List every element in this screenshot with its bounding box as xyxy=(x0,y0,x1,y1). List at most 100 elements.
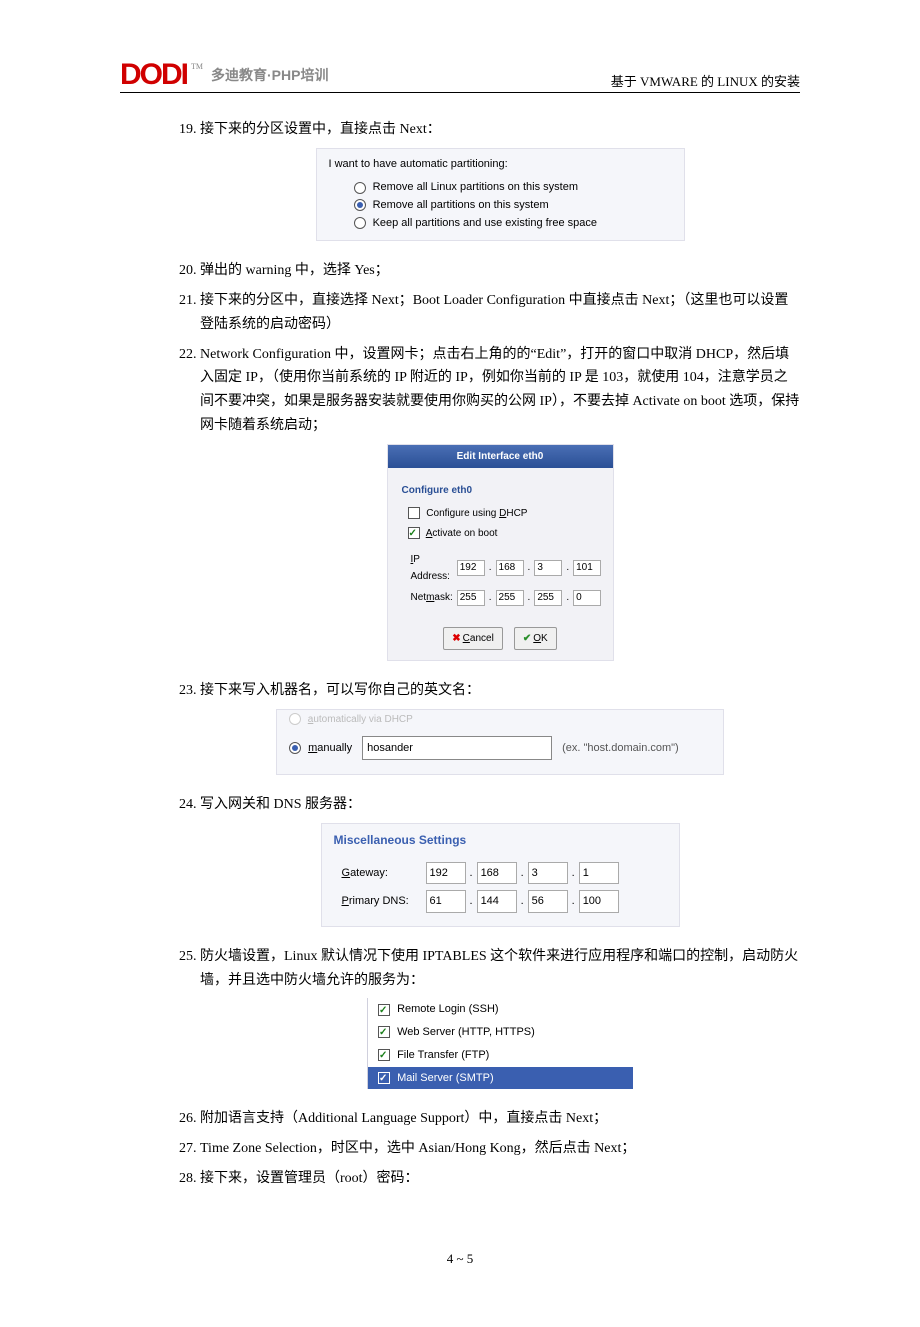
dns-oct2: 144 xyxy=(477,890,517,913)
cancel-icon: ✖ xyxy=(452,633,460,644)
service-ssh-label: Remote Login (SSH) xyxy=(397,1003,499,1015)
screenshot-edit-interface: Edit Interface eth0 Configure eth0 Confi… xyxy=(387,444,614,661)
step-26-text: 附加语言支持（Additional Language Support）中，直接点… xyxy=(200,1111,607,1126)
dns-label: Primary DNS: xyxy=(336,889,423,914)
ip-oct2: 168 xyxy=(496,560,524,576)
logo-tagline: 多迪教育·PHP培训 xyxy=(211,65,328,85)
partition-opt1: Remove all Linux partitions on this syst… xyxy=(354,179,684,197)
ip-oct1: 192 xyxy=(457,560,485,576)
ip-table: IP Address: 192 . 168 . 3 . 101 Netmask:… xyxy=(408,548,605,609)
step-24-text: 写入网关和 DNS 服务器： xyxy=(200,797,361,812)
nm-oct3: 255 xyxy=(534,590,562,606)
checkbox-icon xyxy=(408,507,420,519)
gw-oct2: 168 xyxy=(477,862,517,885)
checkbox-checked-icon xyxy=(378,1049,390,1061)
step-22-text: Network Configuration 中，设置网卡；点击右上角的的“Edi… xyxy=(200,347,799,433)
dns-oct4: 100 xyxy=(579,890,619,913)
step-28-text: 接下来，设置管理员（root）密码： xyxy=(200,1171,419,1186)
cancel-button: ✖Cancel xyxy=(443,627,503,650)
partition-opt3: Keep all partitions and use existing fre… xyxy=(354,215,684,233)
service-http-label: Web Server (HTTP, HTTPS) xyxy=(397,1026,535,1038)
service-ssh: Remote Login (SSH) xyxy=(368,998,633,1021)
service-ftp: File Transfer (FTP) xyxy=(368,1044,633,1067)
dialog-body: Configure eth0 Configure using DHCP Acti… xyxy=(388,468,613,617)
ok-icon: ✔ xyxy=(523,633,531,644)
partition-opt2: Remove all partitions on this system xyxy=(354,197,684,215)
service-smtp: Mail Server (SMTP) xyxy=(368,1067,633,1090)
step-19: 接下来的分区设置中，直接点击 Next： I want to have auto… xyxy=(200,118,800,241)
dns-oct1: 61 xyxy=(426,890,466,913)
ok-button: ✔OK xyxy=(514,627,557,650)
checkbox-checked-icon xyxy=(378,1072,390,1084)
screenshot-firewall-services: Remote Login (SSH) Web Server (HTTP, HTT… xyxy=(367,998,633,1089)
page-header: DODI TM 多迪教育·PHP培训 基于 VMWARE 的 LINUX 的安装 xyxy=(120,60,800,93)
dialog-titlebar: Edit Interface eth0 xyxy=(388,445,613,468)
hostname-cut-label: automatically via DHCP xyxy=(285,710,715,732)
misc-table: Gateway: 192 . 168 . 3 . 1 Primary DNS: … xyxy=(334,857,622,918)
logo-block: DODI TM 多迪教育·PHP培训 xyxy=(120,60,328,90)
misc-title: Miscellaneous Settings xyxy=(334,830,669,850)
dhcp-option: Configure using DHCP xyxy=(408,505,601,522)
step-28: 接下来，设置管理员（root）密码： xyxy=(200,1167,800,1191)
step-26: 附加语言支持（Additional Language Support）中，直接点… xyxy=(200,1107,800,1131)
header-title: 基于 VMWARE 的 LINUX 的安装 xyxy=(611,71,800,90)
partition-title: I want to have automatic partitioning: xyxy=(329,155,684,174)
radio-checked-icon xyxy=(354,199,366,211)
hostname-row: manually hosander (ex. "host.domain.com"… xyxy=(285,732,715,765)
netmask-label: Netmask: xyxy=(410,588,454,607)
dns-oct3: 56 xyxy=(528,890,568,913)
page-footer: 4 ~ 5 xyxy=(120,1251,800,1267)
step-22: Network Configuration 中，设置网卡；点击右上角的的“Edi… xyxy=(200,343,800,661)
checkbox-checked-icon xyxy=(378,1004,390,1016)
radio-icon xyxy=(354,182,366,194)
manual-radio: manually xyxy=(289,739,352,758)
step-21-text: 接下来的分区中，直接选择 Next；Boot Loader Configurat… xyxy=(200,293,788,332)
document-page: DODI TM 多迪教育·PHP培训 基于 VMWARE 的 LINUX 的安装… xyxy=(0,0,920,1327)
screenshot-hostname: automatically via DHCP manually hosander… xyxy=(276,709,724,776)
step-19-text: 接下来的分区设置中，直接点击 Next： xyxy=(200,122,441,137)
partition-opt2-label: Remove all partitions on this system xyxy=(373,199,549,211)
dialog-subtitle: Configure eth0 xyxy=(402,482,601,499)
logo-text: DODI xyxy=(120,60,187,90)
nm-oct4: 0 xyxy=(573,590,601,606)
gateway-label: Gateway: xyxy=(336,861,423,886)
gw-oct3: 3 xyxy=(528,862,568,885)
step-27: Time Zone Selection，时区中，选中 Asian/Hong Ko… xyxy=(200,1137,800,1161)
screenshot-misc-settings: Miscellaneous Settings Gateway: 192 . 16… xyxy=(321,823,680,927)
step-25: 防火墙设置，Linux 默认情况下使用 IPTABLES 这个软件来进行应用程序… xyxy=(200,945,800,1089)
radio-icon xyxy=(289,713,301,725)
activate-option: Activate on boot xyxy=(408,525,601,542)
ip-oct3: 3 xyxy=(534,560,562,576)
gw-oct4: 1 xyxy=(579,862,619,885)
service-http: Web Server (HTTP, HTTPS) xyxy=(368,1021,633,1044)
activate-label: Activate on boot xyxy=(426,528,498,539)
ip-oct4: 101 xyxy=(573,560,601,576)
radio-icon xyxy=(354,217,366,229)
service-smtp-label: Mail Server (SMTP) xyxy=(397,1072,494,1084)
radio-checked-icon xyxy=(289,742,301,754)
hostname-field: hosander xyxy=(362,736,552,761)
step-23: 接下来写入机器名，可以写你自己的英文名： automatically via D… xyxy=(200,679,800,775)
hostname-hint: (ex. "host.domain.com") xyxy=(562,739,679,758)
step-25-text: 防火墙设置，Linux 默认情况下使用 IPTABLES 这个软件来进行应用程序… xyxy=(200,949,798,988)
screenshot-partitioning: I want to have automatic partitioning: R… xyxy=(316,148,685,241)
partition-opt1-label: Remove all Linux partitions on this syst… xyxy=(373,181,578,193)
dialog-buttons: ✖Cancel ✔OK xyxy=(388,617,613,660)
nm-oct1: 255 xyxy=(457,590,485,606)
step-23-text: 接下来写入机器名，可以写你自己的英文名： xyxy=(200,683,480,698)
step-27-text: Time Zone Selection，时区中，选中 Asian/Hong Ko… xyxy=(200,1141,635,1156)
logo-tm: TM xyxy=(191,62,203,71)
instruction-list: 接下来的分区设置中，直接点击 Next： I want to have auto… xyxy=(120,118,800,1191)
checkbox-checked-icon xyxy=(408,527,420,539)
step-20-text: 弹出的 warning 中，选择 Yes； xyxy=(200,263,389,278)
step-20: 弹出的 warning 中，选择 Yes； xyxy=(200,259,800,283)
gw-oct1: 192 xyxy=(426,862,466,885)
step-21: 接下来的分区中，直接选择 Next；Boot Loader Configurat… xyxy=(200,289,800,337)
step-24: 写入网关和 DNS 服务器： Miscellaneous Settings Ga… xyxy=(200,793,800,927)
service-ftp-label: File Transfer (FTP) xyxy=(397,1049,489,1061)
partition-opt3-label: Keep all partitions and use existing fre… xyxy=(373,217,597,229)
nm-oct2: 255 xyxy=(496,590,524,606)
dhcp-label: Configure using DHCP xyxy=(426,508,527,519)
checkbox-checked-icon xyxy=(378,1026,390,1038)
ip-label: IP Address: xyxy=(410,550,454,586)
